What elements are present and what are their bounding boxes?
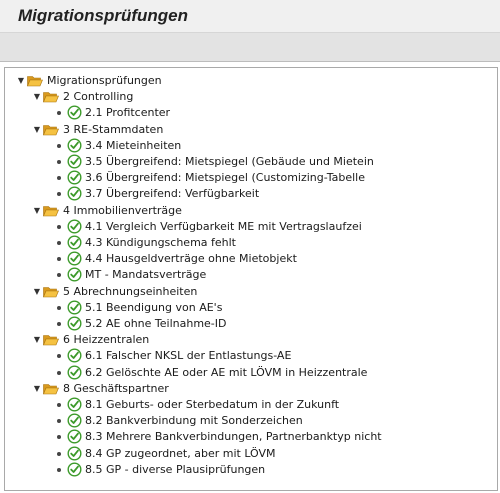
folder-open-icon xyxy=(43,334,59,346)
tree-leaf-label: 8.4 GP zugeordnet, aber mit LÖVM xyxy=(85,446,276,460)
tree-leaf-label: 4.4 Hausgeldverträge ohne Mietobjekt xyxy=(85,252,297,266)
bullet-icon xyxy=(57,419,61,424)
tree-node-label: 2 Controlling xyxy=(63,90,134,104)
bullet-icon xyxy=(57,370,61,375)
check-execute-icon xyxy=(67,365,82,380)
check-execute-icon xyxy=(67,235,82,250)
check-execute-icon xyxy=(67,462,82,477)
folder-open-icon xyxy=(43,124,59,136)
check-execute-icon xyxy=(67,413,82,428)
tree-node-label: 4 Immobilienverträge xyxy=(63,203,182,217)
bullet-icon xyxy=(57,176,61,181)
check-execute-icon xyxy=(67,105,82,120)
check-execute-icon xyxy=(67,154,82,169)
expand-toggle-icon[interactable]: ▼ xyxy=(31,122,43,138)
check-execute-icon xyxy=(67,397,82,412)
tree-leaf-label: 8.5 GP - diverse Plausiprüfungen xyxy=(85,462,266,476)
page-title: Migrationsprüfungen xyxy=(18,6,188,25)
tree-leaf-label: 2.1 Profitcenter xyxy=(85,106,171,120)
expand-toggle-icon[interactable]: ▼ xyxy=(31,381,43,397)
expand-toggle-icon[interactable]: ▼ xyxy=(15,73,27,89)
bullet-icon xyxy=(57,403,61,407)
tree-leaf-label: 5.1 Beendigung von AE's xyxy=(85,300,223,314)
tree-leaf-label: MT - Mandatsverträge xyxy=(85,268,207,282)
check-execute-icon xyxy=(67,170,82,185)
check-execute-icon xyxy=(67,446,82,461)
bullet-icon xyxy=(57,451,61,456)
tree-leaf-label: 6.1 Falscher NKSL der Entlastungs-AE xyxy=(85,349,292,363)
tree-leaf-label: 3.7 Übergreifend: Verfügbarkeit xyxy=(85,187,260,201)
expand-toggle-icon[interactable]: ▼ xyxy=(31,203,43,219)
bullet-icon xyxy=(57,273,61,278)
tree-leaf-label: 8.2 Bankverbindung mit Sonderzeichen xyxy=(85,414,303,428)
folder-open-icon xyxy=(43,91,59,103)
tree-node-label: 8 Geschäftspartner xyxy=(63,381,169,395)
tree-leaf-label: 5.2 AE ohne Teilnahme-ID xyxy=(85,317,227,330)
tree-node-label: Migrationsprüfungen xyxy=(47,74,162,87)
tree-leaf-label: 3.5 Übergreifend: Mietspiegel (Gebäude u… xyxy=(85,155,374,168)
bullet-icon xyxy=(57,111,61,116)
tree-leaf-label: 4.1 Vergleich Verfügbarkeit ME mit Vertr… xyxy=(85,219,362,233)
application-toolbar xyxy=(0,32,500,62)
folder-open-icon xyxy=(43,286,59,298)
bullet-icon xyxy=(57,354,61,359)
folder-open-icon xyxy=(27,75,43,87)
tree-node-label: 3 RE-Stammdaten xyxy=(63,122,164,136)
bullet-icon xyxy=(57,224,61,229)
check-execute-icon xyxy=(67,300,82,315)
expand-toggle-icon[interactable]: ▼ xyxy=(31,284,43,300)
tree-panel: ▼ Migrationsprüfungen ▼ 2 Controlling 2.1 Pr… xyxy=(4,67,498,491)
tree-node-label: 5 Abrechnungseinheiten xyxy=(63,284,198,298)
bullet-icon xyxy=(57,322,61,326)
check-execute-icon xyxy=(67,348,82,363)
bullet-icon xyxy=(57,241,61,245)
tree-leaf-label: 3.6 Übergreifend: Mietspiegel (Customizi… xyxy=(85,171,365,185)
check-execute-icon xyxy=(67,316,82,331)
tree-leaf-label: 4.3 Kündigungschema fehlt xyxy=(85,236,236,249)
bullet-icon xyxy=(57,160,61,164)
folder-open-icon xyxy=(43,205,59,217)
expand-toggle-icon[interactable]: ▼ xyxy=(31,332,43,348)
expand-toggle-icon[interactable]: ▼ xyxy=(31,89,43,105)
check-execute-icon xyxy=(67,138,82,153)
check-execute-icon xyxy=(67,186,82,201)
check-execute-icon xyxy=(67,429,82,444)
tree-leaf-label: 8.1 Geburts- oder Sterbedatum in der Zuk… xyxy=(85,398,340,411)
folder-open-icon xyxy=(43,383,59,395)
check-execute-icon xyxy=(67,267,82,282)
check-execute-icon xyxy=(67,251,82,266)
bullet-icon xyxy=(57,467,61,472)
check-execute-icon xyxy=(67,219,82,234)
tree-leaf-label: 3.4 Mieteinheiten xyxy=(85,138,182,152)
bullet-icon xyxy=(57,257,61,262)
bullet-icon xyxy=(57,305,61,310)
tree-leaf-label: 6.2 Gelöschte AE oder AE mit LÖVM in Hei… xyxy=(85,365,368,379)
tree-node-label: 6 Heizzentralen xyxy=(63,333,150,347)
tree-leaf-label: 8.3 Mehrere Bankverbindungen, Partnerban… xyxy=(85,430,382,444)
bullet-icon xyxy=(57,192,61,197)
bullet-icon xyxy=(57,435,61,440)
bullet-icon xyxy=(57,143,61,148)
title-bar: Migrationsprüfungen xyxy=(0,0,500,32)
